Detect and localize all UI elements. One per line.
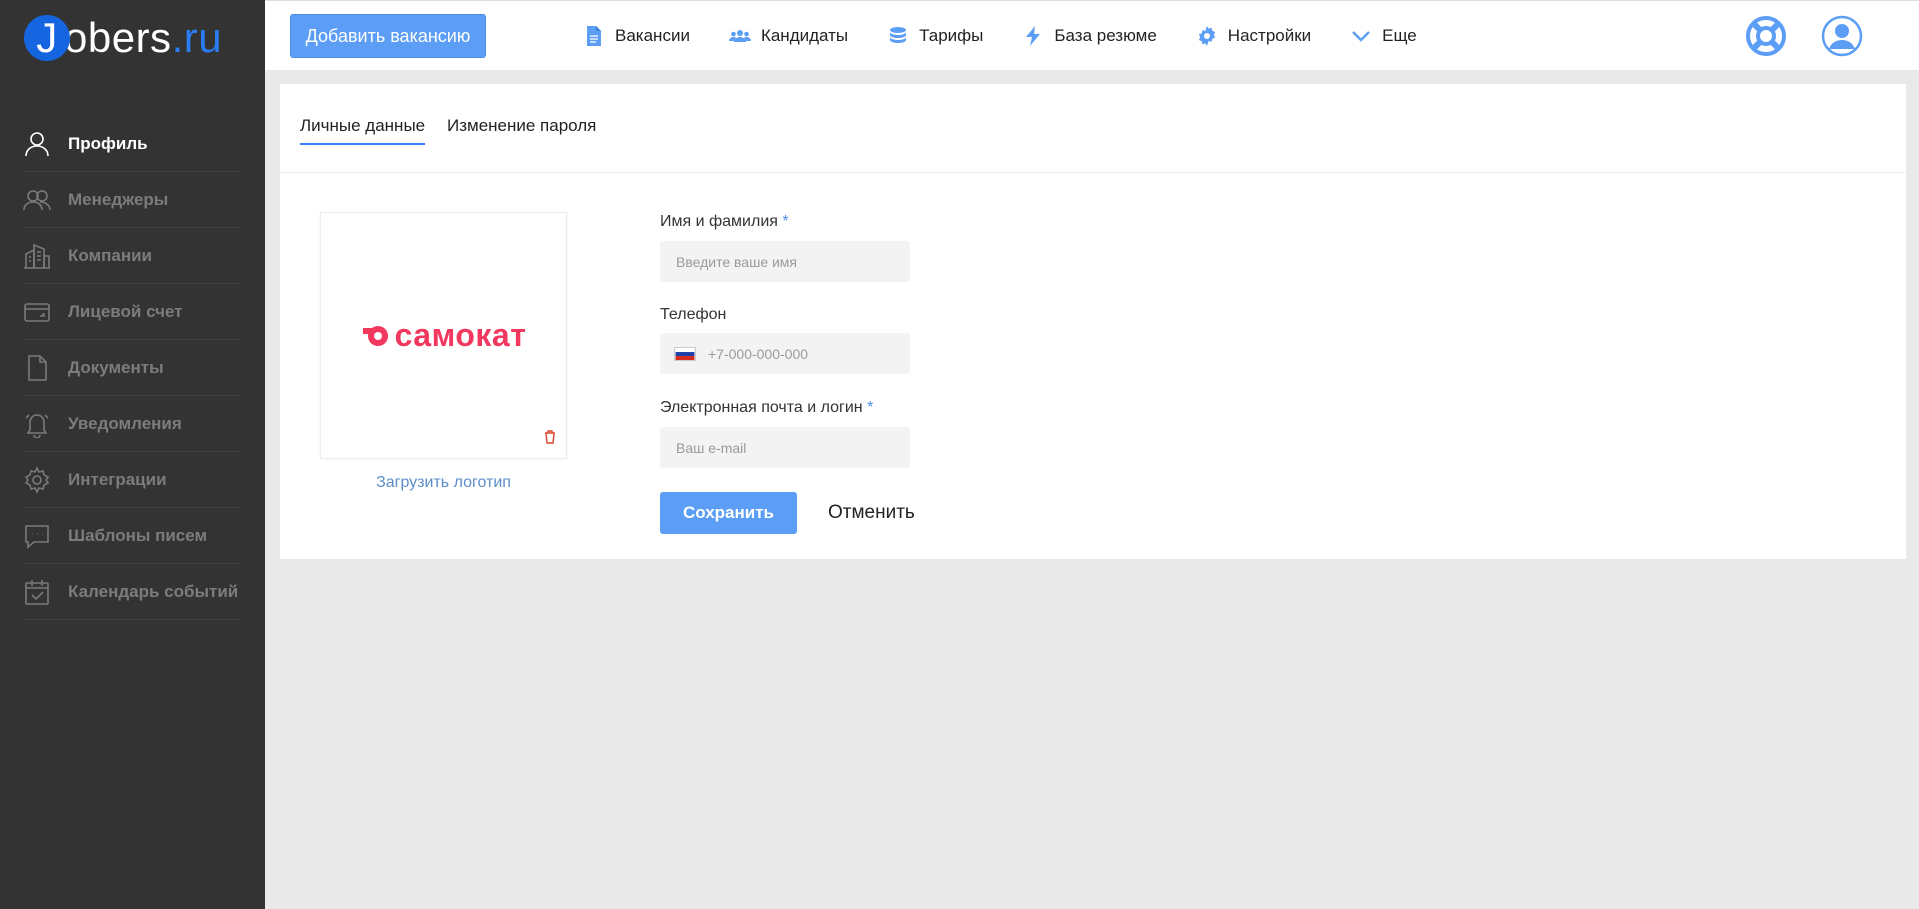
building-icon [22, 241, 52, 271]
name-input[interactable] [660, 241, 910, 282]
topnav-vacancies[interactable]: Вакансии [583, 25, 690, 47]
people-icon [728, 30, 751, 42]
sidebar-item-label: Шаблоны писем [68, 525, 208, 545]
sidebar-item-calendar[interactable]: Календарь событий [22, 564, 240, 620]
database-icon [890, 27, 907, 43]
sidebar-item-label: Профиль [68, 134, 148, 153]
save-button[interactable]: Сохранить [660, 492, 797, 534]
email-field-label: Электронная почта и логин * [660, 399, 873, 417]
topnav-label: Кандидаты [760, 26, 849, 45]
tab-bar: Личные данные Изменение пароля [280, 84, 1906, 173]
top-nav: Вакансии Кандидаты Тарифы База резюме На… [583, 1, 1456, 71]
upload-logo-link[interactable]: Загрузить логотип [320, 474, 567, 492]
company-logo-text: самокат [394, 317, 527, 353]
document-icon [22, 353, 52, 383]
bell-icon [22, 409, 52, 439]
sidebar-item-account[interactable]: Лицевой счет [22, 284, 240, 340]
topnav-label: Тарифы [919, 26, 984, 45]
chat-icon [22, 521, 52, 551]
sidebar-item-templates[interactable]: Шаблоны писем [22, 508, 240, 564]
calendar-icon [22, 577, 52, 607]
topnav-candidates[interactable]: Кандидаты [728, 25, 849, 47]
card-icon [22, 297, 52, 327]
sidebar-item-label: Интеграции [68, 469, 167, 489]
phone-field [660, 333, 910, 374]
logo-letter: J [24, 15, 70, 61]
logo-tld-text: .ru [171, 14, 223, 61]
topnav-tariffs[interactable]: Тарифы [887, 25, 983, 47]
russia-flag-icon[interactable] [674, 347, 696, 361]
topnav-label: База резюме [1054, 26, 1157, 45]
gear-icon [1198, 26, 1215, 46]
top-header: Добавить вакансию Вакансии Кандидаты Тар… [265, 0, 1919, 70]
topnav-settings[interactable]: Настройки [1196, 25, 1311, 47]
tab-personal-data[interactable]: Личные данные [300, 116, 426, 145]
sidebar-item-label: Лицевой счет [68, 301, 183, 321]
jobers-logo[interactable]: Jobers .ru [24, 14, 222, 62]
document-icon [587, 26, 601, 46]
sidebar-item-companies[interactable]: Компании [22, 228, 240, 284]
sidebar: Jobers .ru Профиль Менеджеры Компании Лиц… [0, 0, 265, 909]
sidebar-item-label: Менеджеры [68, 189, 169, 209]
topnav-label: Настройки [1227, 26, 1312, 45]
sidebar-item-integrations[interactable]: Интеграции [22, 452, 240, 508]
required-mark: * [867, 399, 874, 416]
sidebar-nav: Профиль Менеджеры Компании Лицевой счет … [22, 117, 240, 620]
topnav-more[interactable]: Еще [1350, 25, 1417, 47]
add-vacancy-button[interactable]: Добавить вакансию [290, 14, 486, 58]
company-logo-box: самокат [320, 212, 567, 459]
trash-icon[interactable] [544, 430, 556, 444]
tab-change-password[interactable]: Изменение пароля [447, 116, 596, 143]
samokat-mark-icon [362, 325, 388, 346]
company-logo: самокат [361, 317, 527, 354]
phone-input[interactable] [708, 333, 908, 374]
topnav-resume-base[interactable]: База резюме [1022, 25, 1157, 47]
logo-main-text: obers [64, 14, 172, 61]
email-input[interactable] [660, 427, 910, 468]
topnav-label: Еще [1382, 26, 1417, 45]
sidebar-item-label: Документы [68, 357, 164, 377]
profile-card: Личные данные Изменение пароля самокат З… [280, 84, 1906, 559]
users-icon [22, 185, 52, 215]
sidebar-item-documents[interactable]: Документы [22, 340, 240, 396]
sidebar-item-label: Календарь событий [68, 581, 239, 601]
sidebar-item-label: Уведомления [68, 413, 182, 433]
user-icon [22, 129, 52, 159]
cancel-button[interactable]: Отменить [828, 492, 915, 534]
user-avatar-icon[interactable] [1821, 15, 1863, 57]
email-label-text: Электронная почта и логин [660, 399, 863, 416]
name-label-text: Имя и фамилия [660, 213, 778, 230]
name-field-label: Имя и фамилия * [660, 213, 789, 231]
lifebuoy-icon[interactable] [1745, 15, 1787, 57]
required-mark: * [782, 213, 789, 230]
sidebar-item-managers[interactable]: Менеджеры [22, 172, 240, 228]
gear-icon [22, 465, 52, 495]
phone-field-label: Телефон [660, 306, 727, 323]
sidebar-item-profile[interactable]: Профиль [22, 117, 240, 172]
lightning-icon [1026, 26, 1041, 46]
sidebar-item-notifications[interactable]: Уведомления [22, 396, 240, 452]
chevron-down-icon [1352, 31, 1371, 42]
sidebar-item-label: Компании [68, 245, 153, 265]
topnav-label: Вакансии [615, 26, 690, 45]
